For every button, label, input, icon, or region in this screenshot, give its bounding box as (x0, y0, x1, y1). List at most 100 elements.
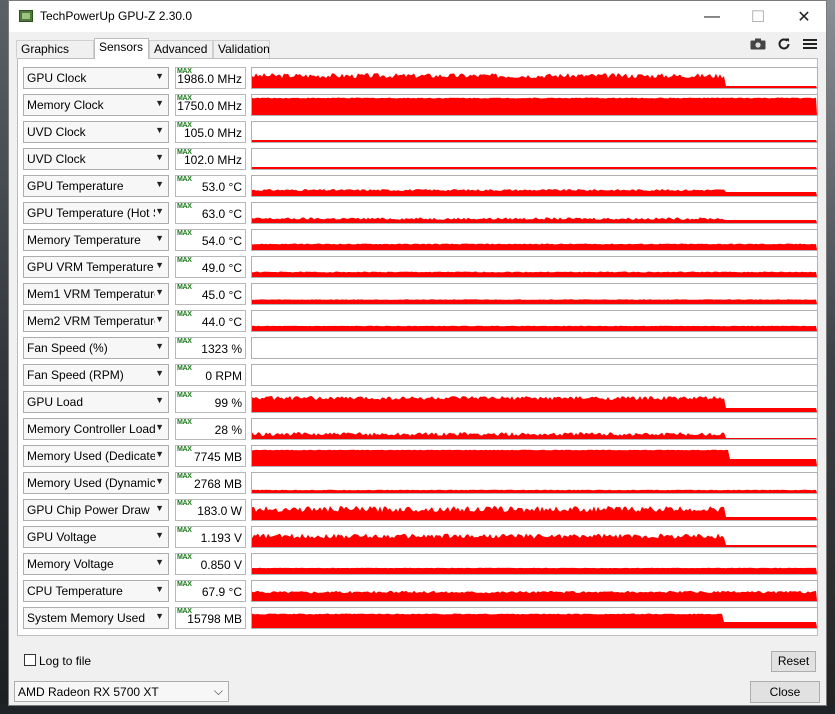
refresh-icon[interactable] (775, 36, 793, 52)
graph-area (252, 506, 817, 520)
sensor-value: 0 RPM (205, 369, 242, 383)
sensor-row: Mem2 VRM Temperature ▼ MAX 44.0 °C (23, 310, 818, 332)
sensor-graph (251, 310, 818, 332)
sensor-value-box: MAX 63.0 °C (175, 202, 246, 224)
sensor-select[interactable]: Mem1 VRM Temperature ▼ (23, 283, 169, 305)
max-indicator: MAX (177, 500, 192, 507)
sensor-name-label: Mem2 VRM Temperature (27, 314, 155, 328)
sensor-row: Fan Speed (RPM) ▼ MAX 0 RPM (23, 364, 818, 386)
sensor-value: 28 % (214, 423, 242, 437)
sensor-select[interactable]: Memory Used (Dynamic) ▼ (23, 472, 169, 494)
sensor-value: 105.0 MHz (183, 126, 242, 140)
sensor-select[interactable]: CPU Temperature ▼ (23, 580, 169, 602)
sensor-graph-plot (252, 243, 817, 250)
sensor-value-box: MAX 1986.0 MHz (175, 67, 246, 89)
sensor-select[interactable]: Memory Clock ▼ (23, 94, 169, 116)
dropdown-arrow-icon: ▼ (155, 476, 164, 486)
sensor-select[interactable]: GPU Chip Power Draw ▼ (23, 499, 169, 521)
max-indicator: MAX (177, 311, 192, 318)
close-window-button[interactable]: ✕ (781, 1, 827, 32)
sensor-row: CPU Temperature ▼ MAX 67.9 °C (23, 580, 818, 602)
sensor-select[interactable]: Memory Temperature ▼ (23, 229, 169, 251)
graph-area (252, 140, 817, 142)
maximize-button[interactable]: ☐ (735, 1, 781, 32)
sensor-name-label: Memory Voltage (27, 557, 114, 571)
dropdown-arrow-icon: ▼ (155, 422, 164, 432)
sensor-select[interactable]: Fan Speed (RPM) ▼ (23, 364, 169, 386)
sensor-graph (251, 67, 818, 89)
tab-validation[interactable]: Validation (213, 40, 270, 58)
sensor-row: Memory Clock ▼ MAX 1750.0 MHz (23, 94, 818, 116)
sensor-graph-plot (252, 97, 817, 115)
sensor-value: 44.0 °C (201, 315, 242, 329)
graph-area (252, 97, 817, 115)
sensor-select[interactable]: Memory Controller Load ▼ (23, 418, 169, 440)
menu-icon[interactable] (801, 36, 819, 52)
sensor-select[interactable]: Mem2 VRM Temperature ▼ (23, 310, 169, 332)
sensor-value: 1323 % (201, 342, 242, 356)
sensor-value: 1.193 V (200, 531, 242, 545)
minimize-button[interactable]: — (689, 1, 735, 32)
sensor-select[interactable]: GPU Load ▼ (23, 391, 169, 413)
sensor-select[interactable]: GPU Temperature ▼ (23, 175, 169, 197)
sensor-graph (251, 526, 818, 548)
sensor-value: 2768 MB (193, 477, 242, 491)
sensor-select[interactable]: UVD Clock ▼ (23, 148, 169, 170)
sensor-graph-plot (252, 325, 817, 331)
sensor-graph (251, 607, 818, 629)
sensor-name-label: Memory Controller Load (27, 422, 155, 436)
sensor-row: GPU Voltage ▼ MAX 1.193 V (23, 526, 818, 548)
max-indicator: MAX (177, 176, 192, 183)
sensor-graph (251, 391, 818, 413)
sensor-value: 45.0 °C (201, 288, 242, 302)
log-to-file-checkbox[interactable] (24, 654, 36, 666)
sensor-row: Memory Controller Load ▼ MAX 28 % (23, 418, 818, 440)
dropdown-arrow-icon: ▼ (155, 557, 164, 567)
sensor-value-box: MAX 49.0 °C (175, 256, 246, 278)
max-indicator: MAX (177, 392, 192, 399)
sensor-select[interactable]: GPU Voltage ▼ (23, 526, 169, 548)
sensor-select[interactable]: GPU Clock ▼ (23, 67, 169, 89)
dropdown-arrow-icon: ▼ (155, 152, 164, 162)
dropdown-arrow-icon: ▼ (155, 449, 164, 459)
sensor-row: Fan Speed (%) ▼ MAX 1323 % (23, 337, 818, 359)
sensor-select[interactable]: Memory Used (Dedicated) ▼ (23, 445, 169, 467)
sensor-value-box: MAX 7745 MB (175, 445, 246, 467)
dropdown-arrow-icon: ▼ (155, 368, 164, 378)
sensor-row: GPU Chip Power Draw ▼ MAX 183.0 W (23, 499, 818, 521)
reset-button[interactable]: Reset (771, 651, 816, 672)
sensor-graph (251, 445, 818, 467)
sensor-graph-plot (252, 506, 817, 520)
sensor-row: UVD Clock ▼ MAX 102.0 MHz (23, 148, 818, 170)
sensor-name-label: Mem1 VRM Temperature (27, 287, 155, 301)
sensor-select[interactable]: GPU VRM Temperature ▼ (23, 256, 169, 278)
gpu-z-app-icon (19, 10, 33, 22)
close-button[interactable]: Close (750, 681, 820, 703)
device-select[interactable]: AMD Radeon RX 5700 XT ⌵ (14, 681, 229, 702)
sensor-graph-plot (252, 432, 817, 439)
tab-graphics-card[interactable]: Graphics Card (16, 40, 94, 73)
sensor-value-box: MAX 0 RPM (175, 364, 246, 386)
max-indicator: MAX (177, 554, 192, 561)
sensor-graph (251, 499, 818, 521)
sensor-select[interactable]: System Memory Used ▼ (23, 607, 169, 629)
graph-area (252, 396, 817, 412)
sensor-name-label: UVD Clock (27, 152, 86, 166)
sensor-select[interactable]: Memory Voltage ▼ (23, 553, 169, 575)
sensor-name-label: Fan Speed (RPM) (27, 368, 124, 382)
sensor-select[interactable]: GPU Temperature (Hot Spot)▼ (23, 202, 169, 224)
sensor-value: 1986.0 MHz (177, 72, 242, 86)
chevron-down-icon: ⌵ (213, 684, 223, 698)
dropdown-arrow-icon: ▼ (155, 611, 164, 621)
camera-icon[interactable] (749, 36, 767, 52)
sensor-select[interactable]: UVD Clock ▼ (23, 121, 169, 143)
sensor-value: 102.0 MHz (183, 153, 242, 167)
sensor-select[interactable]: Fan Speed (%) ▼ (23, 337, 169, 359)
tab-advanced[interactable]: Advanced (149, 40, 213, 58)
max-indicator: MAX (177, 257, 192, 264)
dropdown-arrow-icon: ▼ (155, 260, 164, 270)
sensor-graph-plot (252, 489, 817, 493)
sensor-graph-plot (252, 140, 817, 142)
tab-sensors[interactable]: Sensors (94, 38, 149, 59)
dropdown-arrow-icon: ▼ (155, 233, 164, 243)
